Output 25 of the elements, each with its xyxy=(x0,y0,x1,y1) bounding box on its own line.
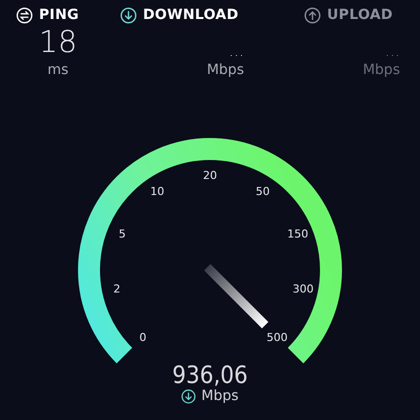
download-icon xyxy=(120,6,137,24)
metric-label: DOWNLOAD xyxy=(143,7,238,23)
metric-unit: Mbps xyxy=(362,61,400,79)
scale-label: 0 xyxy=(139,331,146,344)
upload-icon xyxy=(304,6,321,24)
scale-label: 20 xyxy=(203,169,217,182)
metric-label: PING xyxy=(39,7,79,23)
speed-unit: Mbps xyxy=(201,388,239,404)
scale-label: 5 xyxy=(118,228,126,241)
metric-unit: Mbps xyxy=(206,61,244,79)
gauge-needle xyxy=(204,264,268,328)
metric-value: ... xyxy=(228,41,244,61)
scale-label: 300 xyxy=(292,282,314,296)
metric-value: ... xyxy=(384,41,400,61)
scale-label: 2 xyxy=(113,282,120,296)
speed-reading: 936,06 xyxy=(172,362,248,388)
download-icon xyxy=(181,388,196,404)
metric-unit: ms xyxy=(48,61,68,79)
metric-label: UPLOAD xyxy=(327,7,393,23)
scale-label: 500 xyxy=(266,331,288,344)
scale-label: 50 xyxy=(256,185,270,198)
scale-label: 10 xyxy=(150,185,164,198)
metric-value: 18 xyxy=(38,25,78,61)
scale-label: 150 xyxy=(287,228,308,241)
swap-arrows-icon xyxy=(16,6,33,24)
